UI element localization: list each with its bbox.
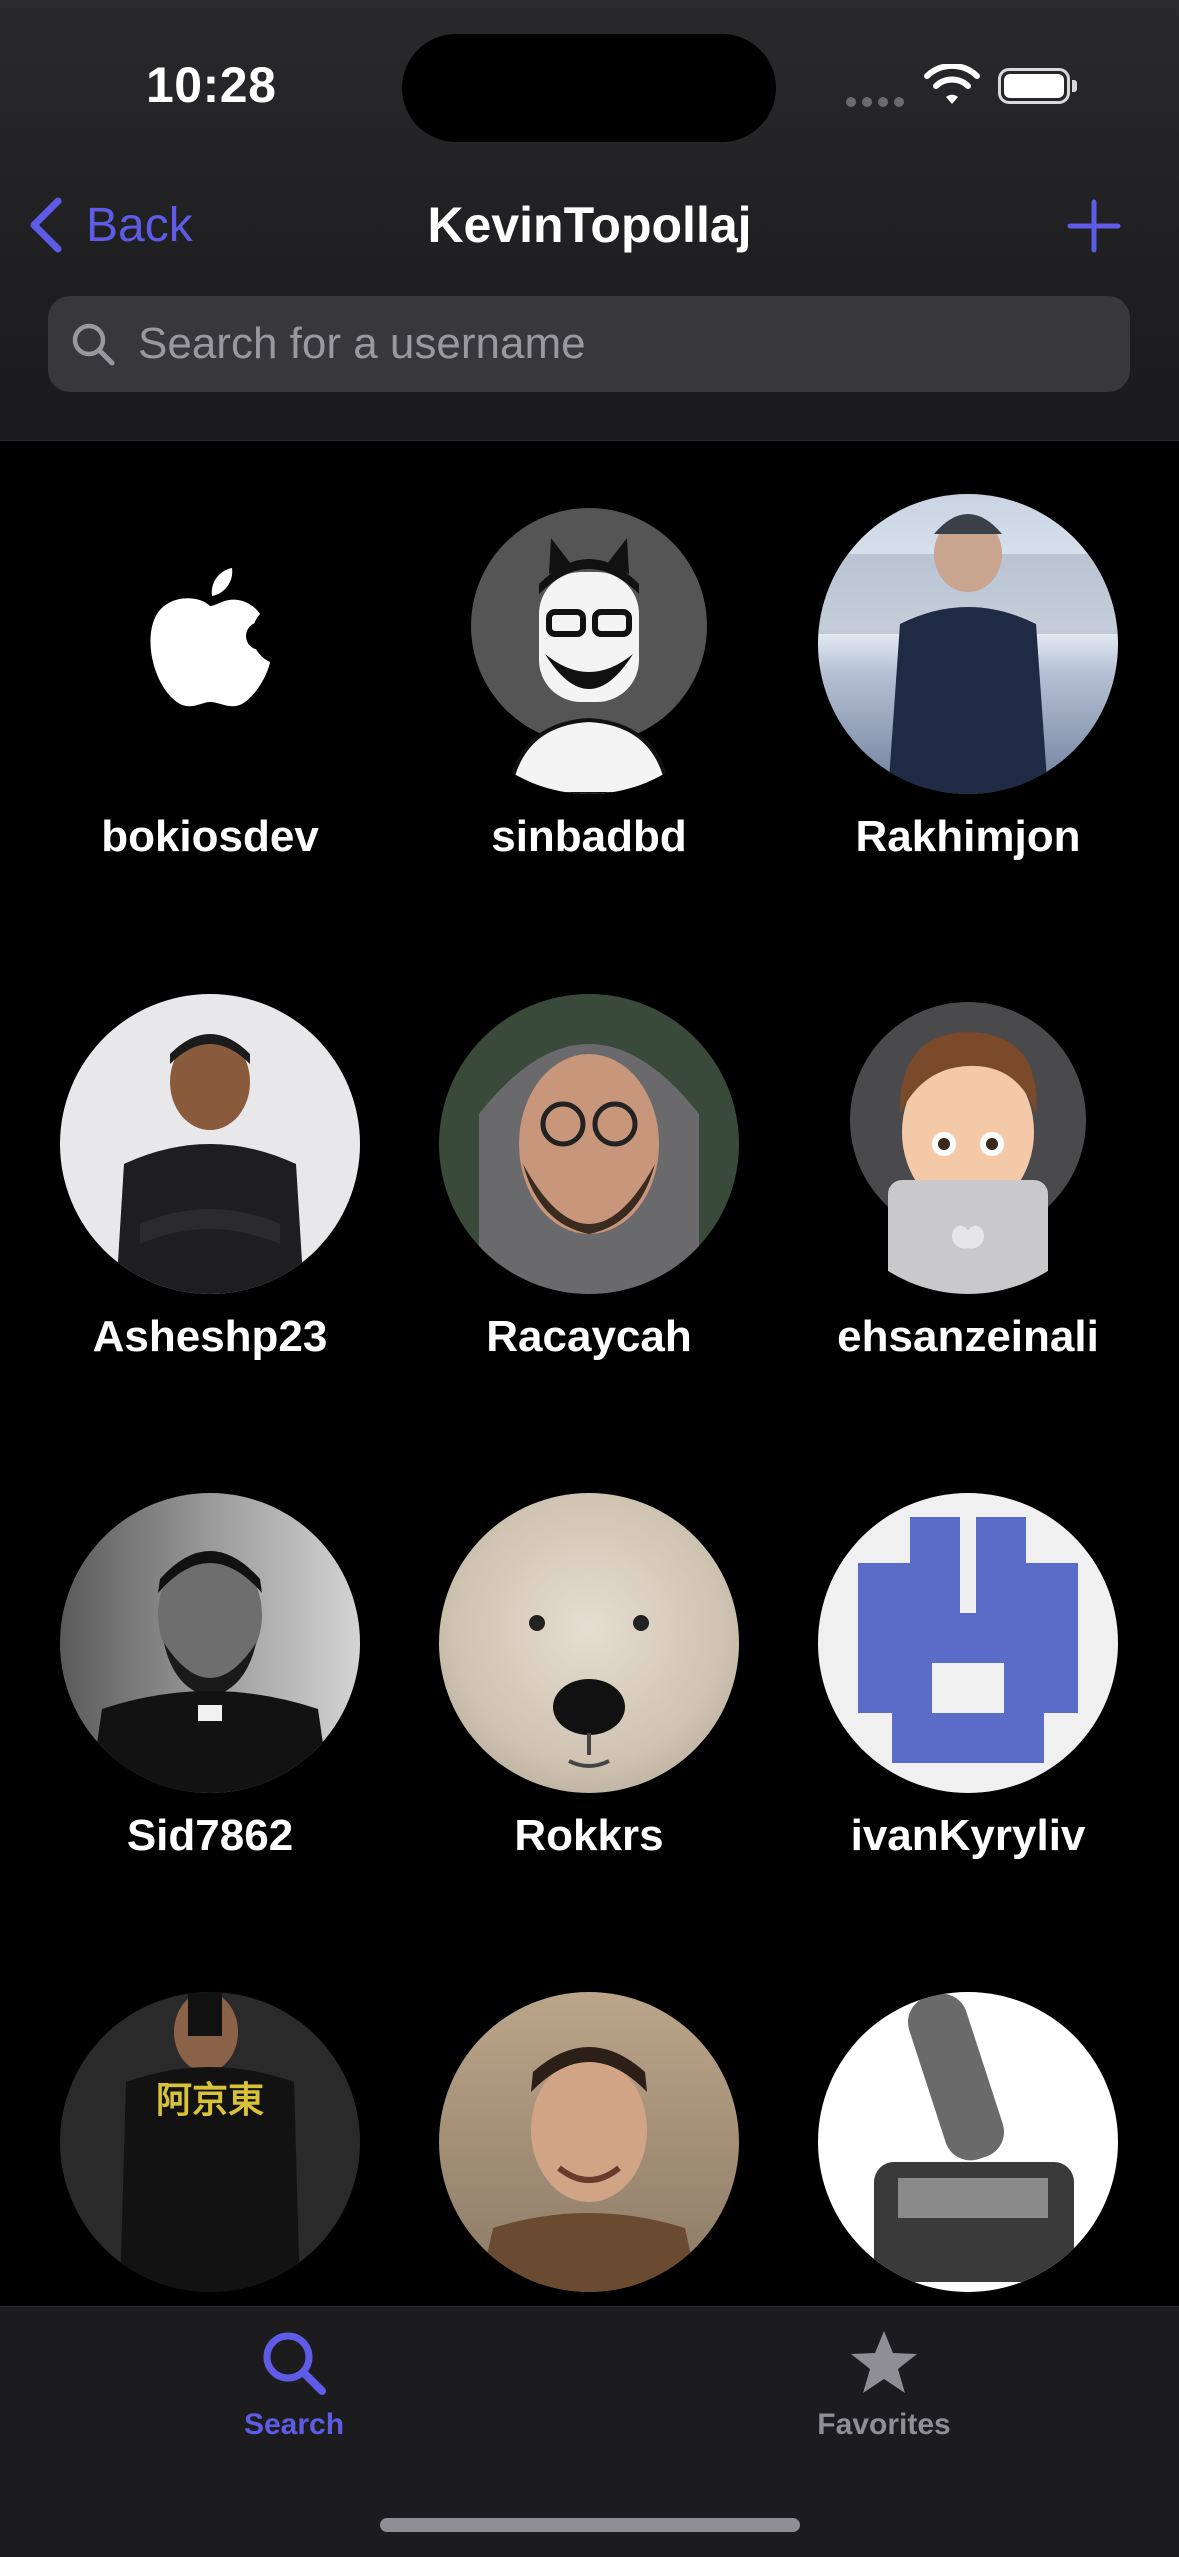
username: ehsanzeinali <box>837 1312 1099 1361</box>
user-cell[interactable]: 阿京東 <box>50 1992 370 2292</box>
user-grid: bokiosdev sinbadbd Rakhimjon Asheshp23 R… <box>0 440 1179 2306</box>
search-icon <box>263 2332 326 2395</box>
username: bokiosdev <box>101 812 319 861</box>
page-title: KevinTopollaj <box>427 197 752 253</box>
tab-favorites[interactable]: Favorites <box>764 2327 1004 2442</box>
username: Rokkrs <box>514 1811 664 1860</box>
avatar <box>439 1992 739 2292</box>
battery-icon <box>998 68 1077 104</box>
user-cell[interactable]: sinbadbd <box>429 494 749 862</box>
username: sinbadbd <box>491 812 687 861</box>
tab-search[interactable]: Search <box>174 2327 414 2442</box>
user-cell[interactable]: ivanKyryliv <box>808 1493 1128 1861</box>
avatar <box>818 1992 1118 2292</box>
home-indicator <box>380 2518 800 2532</box>
status-time: 10:28 <box>146 57 277 113</box>
wifi-icon <box>924 64 980 104</box>
avatar <box>818 494 1118 794</box>
identicon-avatar <box>818 1493 1118 1793</box>
user-cell[interactable]: Rakhimjon <box>808 494 1128 862</box>
avatar <box>60 1493 360 1793</box>
svg-text:阿京東: 阿京東 <box>156 2079 264 2121</box>
user-cell[interactable]: Asheshp23 <box>50 994 370 1362</box>
star-icon <box>851 2331 917 2393</box>
cellular-signal-icon <box>846 94 910 112</box>
user-cell[interactable]: bokiosdev <box>50 494 370 862</box>
user-cell[interactable]: Rokkrs <box>429 1493 749 1861</box>
user-cell[interactable] <box>808 1992 1128 2292</box>
user-cell[interactable]: ehsanzeinali <box>808 994 1128 1362</box>
avatar <box>818 994 1118 1294</box>
tab-label: Favorites <box>817 2408 951 2441</box>
username: Sid7862 <box>126 1811 294 1860</box>
avatar <box>439 494 739 794</box>
user-cell[interactable] <box>429 1992 749 2292</box>
user-cell[interactable]: Racaycah <box>429 994 749 1362</box>
user-cell[interactable]: Sid7862 <box>50 1493 370 1861</box>
plus-icon[interactable] <box>1066 198 1122 254</box>
search-input[interactable] <box>136 318 1100 370</box>
avatar <box>439 994 739 1294</box>
search-bar[interactable] <box>48 296 1130 392</box>
dynamic-island <box>402 34 776 142</box>
avatar <box>60 994 360 1294</box>
username: Rakhimjon <box>855 812 1081 861</box>
header-area: 10:28 Back KevinTopollaj <box>0 0 1179 441</box>
tab-label: Search <box>243 2408 345 2441</box>
avatar <box>439 1493 739 1793</box>
apple-logo-icon <box>60 494 360 794</box>
search-icon <box>72 323 115 366</box>
username: ivanKyryliv <box>850 1811 1086 1860</box>
username: Racaycah <box>486 1312 692 1361</box>
avatar: 阿京東 <box>60 1992 360 2292</box>
username: Asheshp23 <box>92 1312 328 1361</box>
